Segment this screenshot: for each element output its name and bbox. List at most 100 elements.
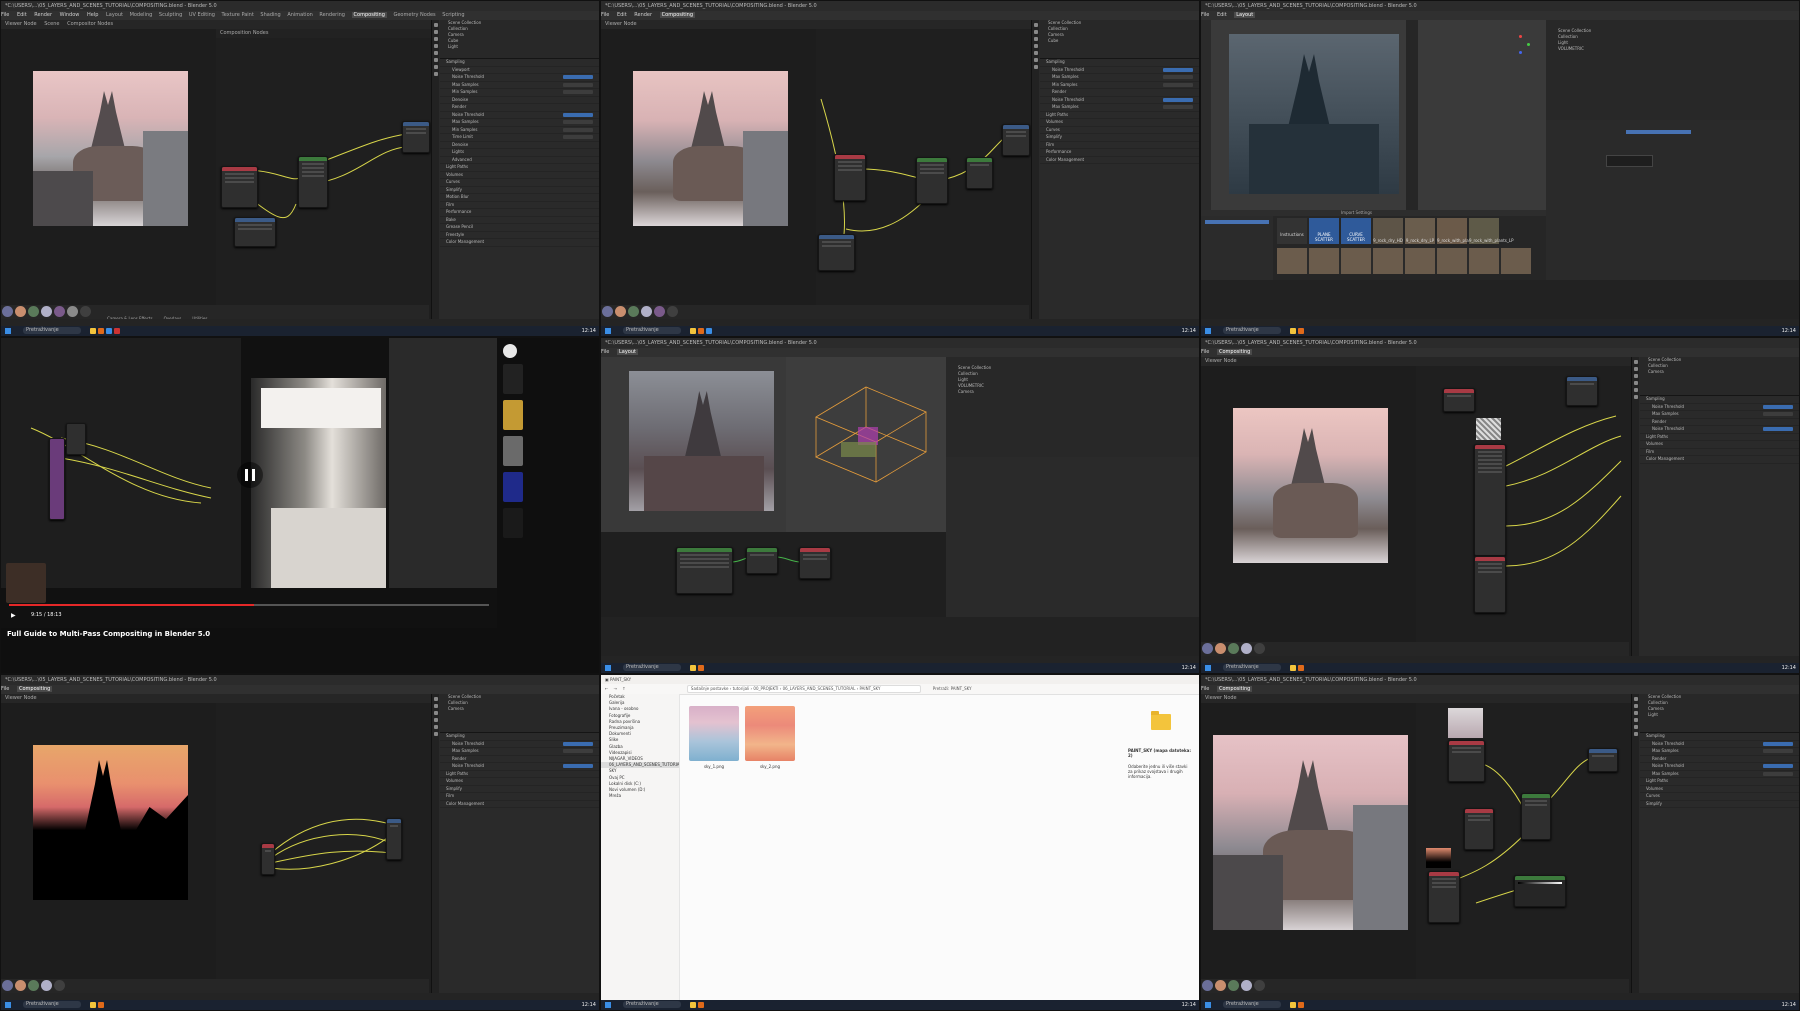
blender-icon[interactable] (1297, 1002, 1304, 1008)
windows-start-icon[interactable] (1205, 665, 1211, 671)
file-thumbnail-sky-1[interactable] (689, 706, 739, 761)
asset-tile[interactable]: 9_rock_with_plants_LP (1469, 218, 1513, 244)
principled-volume-node[interactable] (676, 547, 733, 594)
axis-gizmo[interactable] (1511, 35, 1531, 55)
prop-row[interactable]: Volumes (1640, 786, 1799, 793)
tab-compositing[interactable]: Compositing (351, 12, 387, 18)
asset-catalogs[interactable] (1201, 216, 1273, 280)
composite-node[interactable] (1566, 376, 1598, 406)
node-editor[interactable]: Composition Nodes (216, 29, 431, 319)
asset-tile[interactable]: 9_rock_dry_HD (1373, 218, 1403, 244)
menu-file[interactable]: File (1, 12, 9, 18)
prop-row[interactable]: Simplify (440, 187, 599, 194)
composite-node[interactable] (1002, 124, 1030, 156)
prop-row[interactable]: Render (1640, 419, 1799, 426)
asset-tile[interactable]: PLANE SCATTER (1309, 218, 1339, 244)
prop-row[interactable]: Min Samples (1040, 82, 1199, 89)
tab-layout[interactable]: Layout (1234, 12, 1256, 18)
property-tabs[interactable] (1632, 357, 1639, 656)
tab-layout[interactable]: Layout (106, 12, 123, 18)
prop-row[interactable]: Noise Threshold (1040, 67, 1199, 74)
node-editor[interactable] (1416, 366, 1631, 656)
taskbar-search[interactable]: Pretraživanje (623, 1001, 681, 1008)
shader-node[interactable] (746, 547, 778, 574)
suggested-thumb[interactable] (503, 400, 523, 430)
suggested-videos[interactable] (501, 338, 599, 673)
outliner-item[interactable]: VOLUMETRIC (1558, 46, 1799, 52)
sampling-header[interactable]: Sampling (440, 733, 599, 741)
side-tools[interactable] (1406, 20, 1418, 210)
tab-layout[interactable]: Layout (616, 349, 638, 355)
menu-render[interactable]: Render (34, 12, 52, 18)
prop-row[interactable]: Max Samples (1040, 74, 1199, 82)
image-viewer[interactable] (1201, 703, 1416, 993)
prop-row[interactable]: Film (440, 202, 599, 209)
prop-row[interactable]: Simplify (1040, 134, 1199, 142)
outliner[interactable]: Scene Collection Collection Camera (440, 694, 599, 733)
explorer-tab-bar[interactable]: ▣ PAINT_SKY (601, 675, 1199, 684)
alpha-over-node[interactable] (966, 157, 993, 189)
prop-row[interactable]: Volumes (440, 172, 599, 179)
outliner-item[interactable]: Camera (1640, 369, 1799, 375)
composite-node[interactable] (402, 121, 430, 153)
prop-row[interactable]: Simplify (1640, 801, 1799, 808)
asset-grid-row[interactable] (1277, 248, 1531, 274)
menu-file[interactable]: File (1201, 12, 1209, 18)
file-name[interactable]: sky_2.png (745, 764, 795, 769)
taskbar-search[interactable]: Pretraživanje (23, 1001, 81, 1008)
properties-panel[interactable]: Scene Collection Collection Camera Sampl… (1631, 357, 1799, 656)
blender-icon[interactable] (97, 1002, 104, 1008)
asset-tray[interactable]: Camera & Lens Effects Overlays Utilities (1, 305, 429, 321)
property-tabs[interactable] (432, 20, 439, 319)
image-node[interactable] (1448, 740, 1485, 782)
tab-modeling[interactable]: Modeling (130, 12, 153, 18)
3d-viewport[interactable] (1201, 20, 1546, 210)
menu-window[interactable]: Window (60, 12, 80, 18)
tab-sculpting[interactable]: Sculpting (159, 12, 182, 18)
outliner-item[interactable]: Camera (440, 706, 599, 712)
prop-row[interactable]: Grease Pencil (440, 224, 599, 232)
viewer-node[interactable] (234, 217, 276, 247)
property-tabs[interactable] (1632, 694, 1639, 993)
windows-start-icon[interactable] (5, 1002, 11, 1008)
tab-compositing[interactable]: Compositing (659, 12, 695, 18)
suggested-thumb[interactable] (503, 436, 523, 466)
material-output-node[interactable] (799, 547, 831, 579)
asset-browser[interactable]: Import Settings Instructions PLANE SCATT… (1201, 210, 1546, 280)
blender-icon[interactable] (697, 328, 704, 334)
prop-row[interactable]: Light Paths (1640, 434, 1799, 441)
prop-row[interactable]: Time Limit (440, 134, 599, 142)
render-layers-node[interactable] (1474, 556, 1506, 613)
prop-row[interactable]: Noise Threshold (1040, 97, 1199, 104)
folder-icon[interactable] (1289, 328, 1296, 334)
windows-start-icon[interactable] (605, 328, 611, 334)
prop-row[interactable]: Curves (440, 179, 599, 187)
suggested-thumb[interactable] (503, 364, 523, 394)
prop-row[interactable]: Volumes (1040, 119, 1199, 127)
asset-tray[interactable] (601, 305, 1029, 319)
prop-row[interactable]: Render (440, 104, 599, 112)
prop-row[interactable]: Noise Threshold (1640, 426, 1799, 434)
render-layers-node[interactable] (834, 154, 866, 201)
tab-shading[interactable]: Shading (260, 12, 280, 18)
menu-file[interactable]: File (1201, 349, 1209, 355)
asset-tray[interactable] (1201, 979, 1629, 993)
outliner[interactable]: Scene Collection Collection Light VOLUME… (1546, 20, 1799, 120)
render-layers-node[interactable] (1474, 444, 1506, 556)
viewer-node-label[interactable]: Viewer Node (5, 21, 37, 27)
prop-row[interactable]: Volumes (1640, 441, 1799, 449)
outliner-item[interactable]: Cube (1040, 38, 1199, 44)
scene-label[interactable]: Scene (44, 21, 59, 27)
taskbar-search[interactable]: Pretraživanje (1223, 664, 1281, 671)
forward-icon[interactable]: → (614, 686, 617, 691)
prop-row[interactable]: Color Management (1640, 456, 1799, 464)
viewer-node-label[interactable]: Viewer Node (1205, 695, 1237, 701)
blender-icon[interactable] (697, 665, 704, 671)
blender-icon[interactable] (1297, 328, 1304, 334)
menu-edit[interactable]: Edit (17, 12, 27, 18)
properties-panel[interactable]: Scene Collection Collection Camera Light… (1631, 694, 1799, 993)
alpha-over-node[interactable] (1521, 793, 1551, 840)
folder-icon[interactable] (89, 328, 96, 334)
viewer-node-label[interactable]: Viewer Node (1205, 358, 1237, 364)
tab-scripting[interactable]: Scripting (442, 12, 464, 18)
